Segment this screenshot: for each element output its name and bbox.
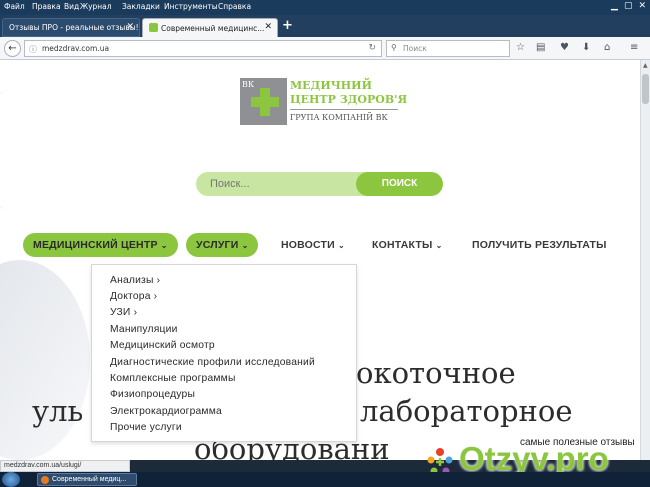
dropdown-item-physiotherapy[interactable]: Физиопроцедуры [110,389,195,400]
bookmark-star-icon[interactable]: ☆ [516,42,525,53]
hero-line-2-end: лабораторное [360,394,573,428]
chevron-down-icon: ⌄ [435,241,443,250]
site-logo[interactable]: ВК МЕДИЧНИЙ ЦЕНТР ЗДОРОВ'Я ГРУПА КОМПАНІ… [240,78,407,128]
logo-divider [290,109,398,110]
hero-line-1: окоточное [356,356,516,390]
nav-news[interactable]: НОВОСТИ ⌄ [281,233,345,257]
site-search-input[interactable] [196,172,376,196]
logo-mark: ВК [240,78,287,125]
site-info-icon[interactable]: ⓘ [29,44,37,55]
hero-line-2-start: уль [32,394,84,428]
taskbar-item-label: Современный медиц... [52,476,127,483]
scrollbar-thumb[interactable] [642,74,649,104]
dropdown-item-medical-exam[interactable]: Медицинский осмотр [110,340,215,351]
menu-bar: Файл Правка Вид Журнал Закладки Инструме… [0,0,650,15]
tab-medzdrav[interactable]: Современный медицинс... ✕ [142,18,278,37]
status-bar: medzdrav.com.ua/uslugi/ [0,460,130,472]
nav-contacts[interactable]: КОНТАКТЫ ⌄ [372,233,443,257]
nav-label: УСЛУГИ [196,239,239,251]
logo-line-3: ГРУПА КОМПАНІЙ ВК [290,113,388,122]
home-icon[interactable]: ⌂ [604,42,610,53]
search-placeholder: Поиск [403,44,427,53]
logo-line-1: МЕДИЧНИЙ [290,79,372,92]
tab-title: Отзывы ПРО - реальные отзывы! [9,23,139,32]
nav-services[interactable]: УСЛУГИ ⌄ [186,233,259,257]
back-button[interactable]: ← [4,40,21,57]
background-decoration [0,260,90,460]
background-decoration [0,90,40,210]
close-icon[interactable]: ✕ [638,1,646,11]
logo-line-2: ЦЕНТР ЗДОРОВ'Я [290,93,408,106]
reading-list-icon[interactable]: ▤ [536,42,545,53]
nav-label: ПОЛУЧИТЬ РЕЗУЛЬТАТЫ [472,239,607,251]
close-tab-icon[interactable]: ✕ [126,22,134,32]
menu-history[interactable]: Журнал [80,2,112,11]
scroll-up-icon[interactable]: ▲ [643,62,648,69]
site-search-button[interactable]: ПОИСК [356,172,443,196]
dropdown-item-analyses[interactable]: Анализы › [110,275,160,286]
chevron-down-icon: ⌄ [241,241,249,250]
search-icon: ⚲ [391,43,397,52]
menu-help[interactable]: Справка [218,2,251,11]
dropdown-item-ecg[interactable]: Электрокардиограмма [110,406,222,417]
favicon-icon [149,23,158,32]
chevron-down-icon: ⌄ [160,241,168,250]
back-arrow-icon: ← [8,43,17,54]
menu-file[interactable]: Файл [4,2,25,11]
minimize-icon[interactable]: ▁ [611,1,618,11]
reload-icon[interactable]: ↻ [368,43,376,53]
menu-tools[interactable]: Инструменты [164,2,218,11]
address-bar[interactable]: ⓘ medzdrav.com.ua ↻ [24,40,382,57]
dropdown-item-other-services[interactable]: Прочие услуги [110,422,182,433]
nav-medical-center[interactable]: МЕДИЦИНСКИЙ ЦЕНТР ⌄ [23,233,178,257]
medical-cross-icon [251,88,279,116]
download-icon[interactable]: ⬇ [582,42,590,53]
dropdown-item-manipulations[interactable]: Манипуляции [110,324,178,335]
nav-label: НОВОСТИ [281,239,335,251]
window-controls: ▁ ▢ ✕ [611,1,646,11]
nav-get-results[interactable]: ПОЛУЧИТЬ РЕЗУЛЬТАТЫ [472,233,607,257]
main-navigation: МЕДИЦИНСКИЙ ЦЕНТР ⌄ УСЛУГИ ⌄ НОВОСТИ ⌄ К… [0,233,640,257]
maximize-icon[interactable]: ▢ [624,1,633,11]
dropdown-item-doctors[interactable]: Доктора › [110,291,157,302]
menu-view[interactable]: Вид [64,2,79,11]
nav-toolbar: ← ⓘ medzdrav.com.ua ↻ ⚲ Поиск ☆ ▤ ♥ ⬇ ⌂ … [0,37,650,60]
vertical-scrollbar[interactable]: ▲ [640,60,650,460]
start-button[interactable] [2,472,20,487]
tab-bar: Отзывы ПРО - реальные отзывы! ✕ Современ… [0,15,650,37]
menu-edit[interactable]: Правка [32,2,61,11]
firefox-icon [41,476,49,484]
taskbar-item-firefox[interactable]: Современный медиц... [37,473,137,486]
dropdown-item-ultrasound[interactable]: УЗИ › [110,307,137,318]
nav-label: КОНТАКТЫ [372,239,433,251]
url-text: medzdrav.com.ua [42,44,110,53]
browser-search-input[interactable]: ⚲ Поиск [386,40,510,57]
site-search-form: ПОИСК [196,172,443,196]
pocket-icon[interactable]: ♥ [560,42,569,53]
close-tab-icon[interactable]: ✕ [264,22,272,32]
nav-label: МЕДИЦИНСКИЙ ЦЕНТР [33,239,158,251]
services-dropdown: Анализы › Доктора › УЗИ › Манипуляции Ме… [91,264,357,442]
chevron-down-icon: ⌄ [338,241,345,250]
dropdown-item-complex-programs[interactable]: Комплексные программы [110,373,236,384]
dropdown-item-diagnostic-profiles[interactable]: Диагностические профили исследований [110,357,315,368]
new-tab-icon[interactable]: + [282,18,293,33]
os-taskbar: Современный медиц... [0,472,650,487]
web-page: ВК МЕДИЧНИЙ ЦЕНТР ЗДОРОВ'Я ГРУПА КОМПАНІ… [0,60,640,460]
menu-bookmarks[interactable]: Закладки [122,2,160,11]
tab-title: Современный медицинс... [161,24,265,33]
tab-otzyvy[interactable]: Отзывы ПРО - реальные отзывы! ✕ [2,18,140,37]
menu-hamburger-icon[interactable]: ≡ [630,42,638,53]
